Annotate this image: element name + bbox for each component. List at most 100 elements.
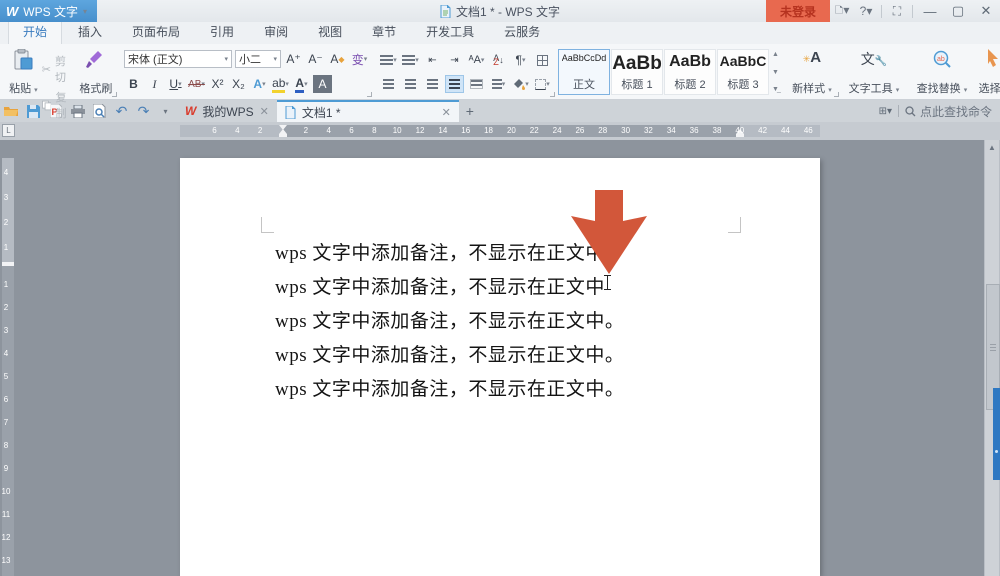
clear-format-button[interactable]: A◆ <box>328 50 347 68</box>
font-color-button[interactable]: A▾ <box>292 75 311 93</box>
print-preview-button[interactable] <box>92 104 107 119</box>
find-replace-button[interactable]: ab 查找替换 ▾ <box>912 47 972 97</box>
redo-button[interactable]: ↷ <box>136 104 151 119</box>
close-icon[interactable]: ✕ <box>442 106 451 119</box>
font-family-select[interactable]: 宋体 (正文)▾ <box>124 50 232 68</box>
borders-button[interactable]: ▾ <box>533 75 552 93</box>
change-case-button[interactable]: ᴬA▾ <box>467 51 486 69</box>
grid-icon <box>537 55 548 66</box>
paragraph-dialog-launcher[interactable] <box>550 92 555 97</box>
chevron-down-icon: ▾ <box>83 7 87 16</box>
undo-button[interactable]: ↶ <box>114 104 129 119</box>
text-line-2[interactable]: wps 文字中添加备注，不显示在正文中 <box>275 272 605 299</box>
document-tab[interactable]: 文档1 * ✕ <box>277 100 459 122</box>
ribbon-tab-3[interactable]: 引用 <box>196 20 248 44</box>
side-panel-handle[interactable] <box>993 388 1000 480</box>
command-search-box[interactable]: 点此查找命令 <box>905 103 992 120</box>
distribute-button[interactable] <box>467 75 486 93</box>
wps-menu-button[interactable]: W WPS 文字 ▾ <box>0 0 97 22</box>
grow-font-button[interactable]: A⁺ <box>284 50 303 68</box>
collapse-ribbon-icon[interactable]: ⛶ <box>885 0 909 22</box>
ribbon-tab-7[interactable]: 开发工具 <box>412 20 488 44</box>
tab-grid-button[interactable] <box>533 51 552 69</box>
bullets-button[interactable]: ▾ <box>379 51 398 69</box>
skin-switch-icon[interactable]: 🗅▾ <box>830 0 854 22</box>
help-icon[interactable]: ?▾ <box>854 0 878 22</box>
search-icon <box>905 106 916 117</box>
document-page[interactable]: wps 文字中添加备注，不显示在正文中。 wps 文字中添加备注，不显示在正文中 w… <box>180 158 820 576</box>
font-size-select[interactable]: 小二▾ <box>235 50 281 68</box>
shading-button[interactable]: ▾ <box>511 75 530 93</box>
justify-button[interactable] <box>445 75 464 93</box>
text-tool-button[interactable]: 文🔧 文字工具 ▾ <box>846 47 902 97</box>
shrink-font-button[interactable]: A⁻ <box>306 50 325 68</box>
highlight-button[interactable]: ab▾ <box>271 75 290 93</box>
ribbon-tab-0[interactable]: 开始 <box>8 19 62 44</box>
underline-button[interactable]: U▾ <box>166 75 185 93</box>
open-button[interactable] <box>4 104 19 119</box>
gallery-more-icon[interactable]: ▼̲ <box>769 85 782 94</box>
style-item-0[interactable]: AaBbCcDd正文 <box>558 49 610 95</box>
text-effects-button[interactable]: A▾ <box>250 75 269 93</box>
gallery-down-icon[interactable]: ▼ <box>769 68 782 77</box>
subscript-button[interactable]: X₂ <box>229 75 248 93</box>
quick-access-toolbar: P ↶ ↷ ▾ <box>0 100 177 122</box>
home-tab[interactable]: W 我的WPS ✕ <box>177 100 277 122</box>
line-spacing-button[interactable]: ▾ <box>489 75 508 93</box>
decrease-indent-button[interactable]: ⇤ <box>423 51 442 69</box>
format-painter-button[interactable]: 格式刷 <box>78 47 114 97</box>
align-left-button[interactable] <box>379 75 398 93</box>
new-tab-button[interactable]: + <box>459 100 481 122</box>
close-button[interactable]: ✕ <box>972 0 1000 22</box>
minimize-button[interactable]: — <box>916 0 944 22</box>
text-line-3[interactable]: wps 文字中添加备注，不显示在正文中。 <box>275 306 624 333</box>
ribbon-tab-4[interactable]: 审阅 <box>250 20 302 44</box>
new-style-button[interactable]: ✳A 新样式 ▾ <box>788 47 836 97</box>
paste-button[interactable]: 粘贴 ▾ <box>8 47 39 97</box>
ribbon-tab-2[interactable]: 页面布局 <box>118 20 194 44</box>
ribbon-tab-8[interactable]: 云服务 <box>490 20 554 44</box>
left-indent-marker[interactable] <box>279 134 287 137</box>
switch-window-icon[interactable]: ⊞▾ <box>879 106 892 117</box>
italic-button[interactable]: I <box>145 75 164 93</box>
bold-button[interactable]: B <box>124 75 143 93</box>
tab-selector[interactable]: L <box>2 124 15 137</box>
ribbon-tab-6[interactable]: 章节 <box>358 20 410 44</box>
numbering-button[interactable]: ▾ <box>401 51 420 69</box>
chevron-down-icon: ▾ <box>224 55 228 63</box>
align-center-button[interactable] <box>401 75 420 93</box>
ribbon-tab-1[interactable]: 插入 <box>64 20 116 44</box>
strikethrough-button[interactable]: AB▾ <box>187 75 206 93</box>
style-label: 标题 3 <box>727 76 758 92</box>
gallery-up-icon[interactable]: ▲ <box>769 50 782 59</box>
style-item-2[interactable]: AaBb标题 2 <box>664 49 716 95</box>
maximize-button[interactable]: ▢ <box>944 0 972 22</box>
show-marks-button[interactable]: ¶▾ <box>511 51 530 69</box>
style-item-3[interactable]: AaBbC标题 3 <box>717 49 769 95</box>
align-right-button[interactable] <box>423 75 442 93</box>
clipboard-dialog-launcher[interactable] <box>112 92 117 97</box>
increase-indent-button[interactable]: ⇥ <box>445 51 464 69</box>
ruler-number: 20 <box>507 126 516 135</box>
scrollbar-track[interactable] <box>985 154 999 576</box>
quick-access-menu[interactable]: ▾ <box>158 104 173 119</box>
cursor-arrow-icon <box>986 49 1000 67</box>
sort-button[interactable]: AZ↓ <box>489 51 508 69</box>
select-button[interactable]: 选择 ▾ <box>972 47 1000 97</box>
login-button[interactable]: 未登录 <box>766 0 830 22</box>
ribbon-tab-5[interactable]: 视图 <box>304 20 356 44</box>
close-icon[interactable]: ✕ <box>260 105 269 118</box>
ruler-number: 2 <box>304 126 308 135</box>
char-shading-button[interactable]: A <box>313 75 332 93</box>
styles-dialog-launcher[interactable] <box>834 92 839 97</box>
cut-button[interactable]: ✂剪切 <box>39 51 78 87</box>
pinyin-guide-button[interactable]: 变▾ <box>350 50 369 68</box>
ruler-number: 2 <box>258 126 262 135</box>
text-line-5[interactable]: wps 文字中添加备注，不显示在正文中。 <box>275 374 624 401</box>
superscript-button[interactable]: X² <box>208 75 227 93</box>
font-dialog-launcher[interactable] <box>367 92 372 97</box>
scroll-up-button[interactable]: ▲ <box>985 140 999 154</box>
text-line-4[interactable]: wps 文字中添加备注，不显示在正文中。 <box>275 340 624 367</box>
style-item-1[interactable]: AaBb标题 1 <box>611 49 663 95</box>
copy-button[interactable]: 复制 <box>39 87 78 123</box>
